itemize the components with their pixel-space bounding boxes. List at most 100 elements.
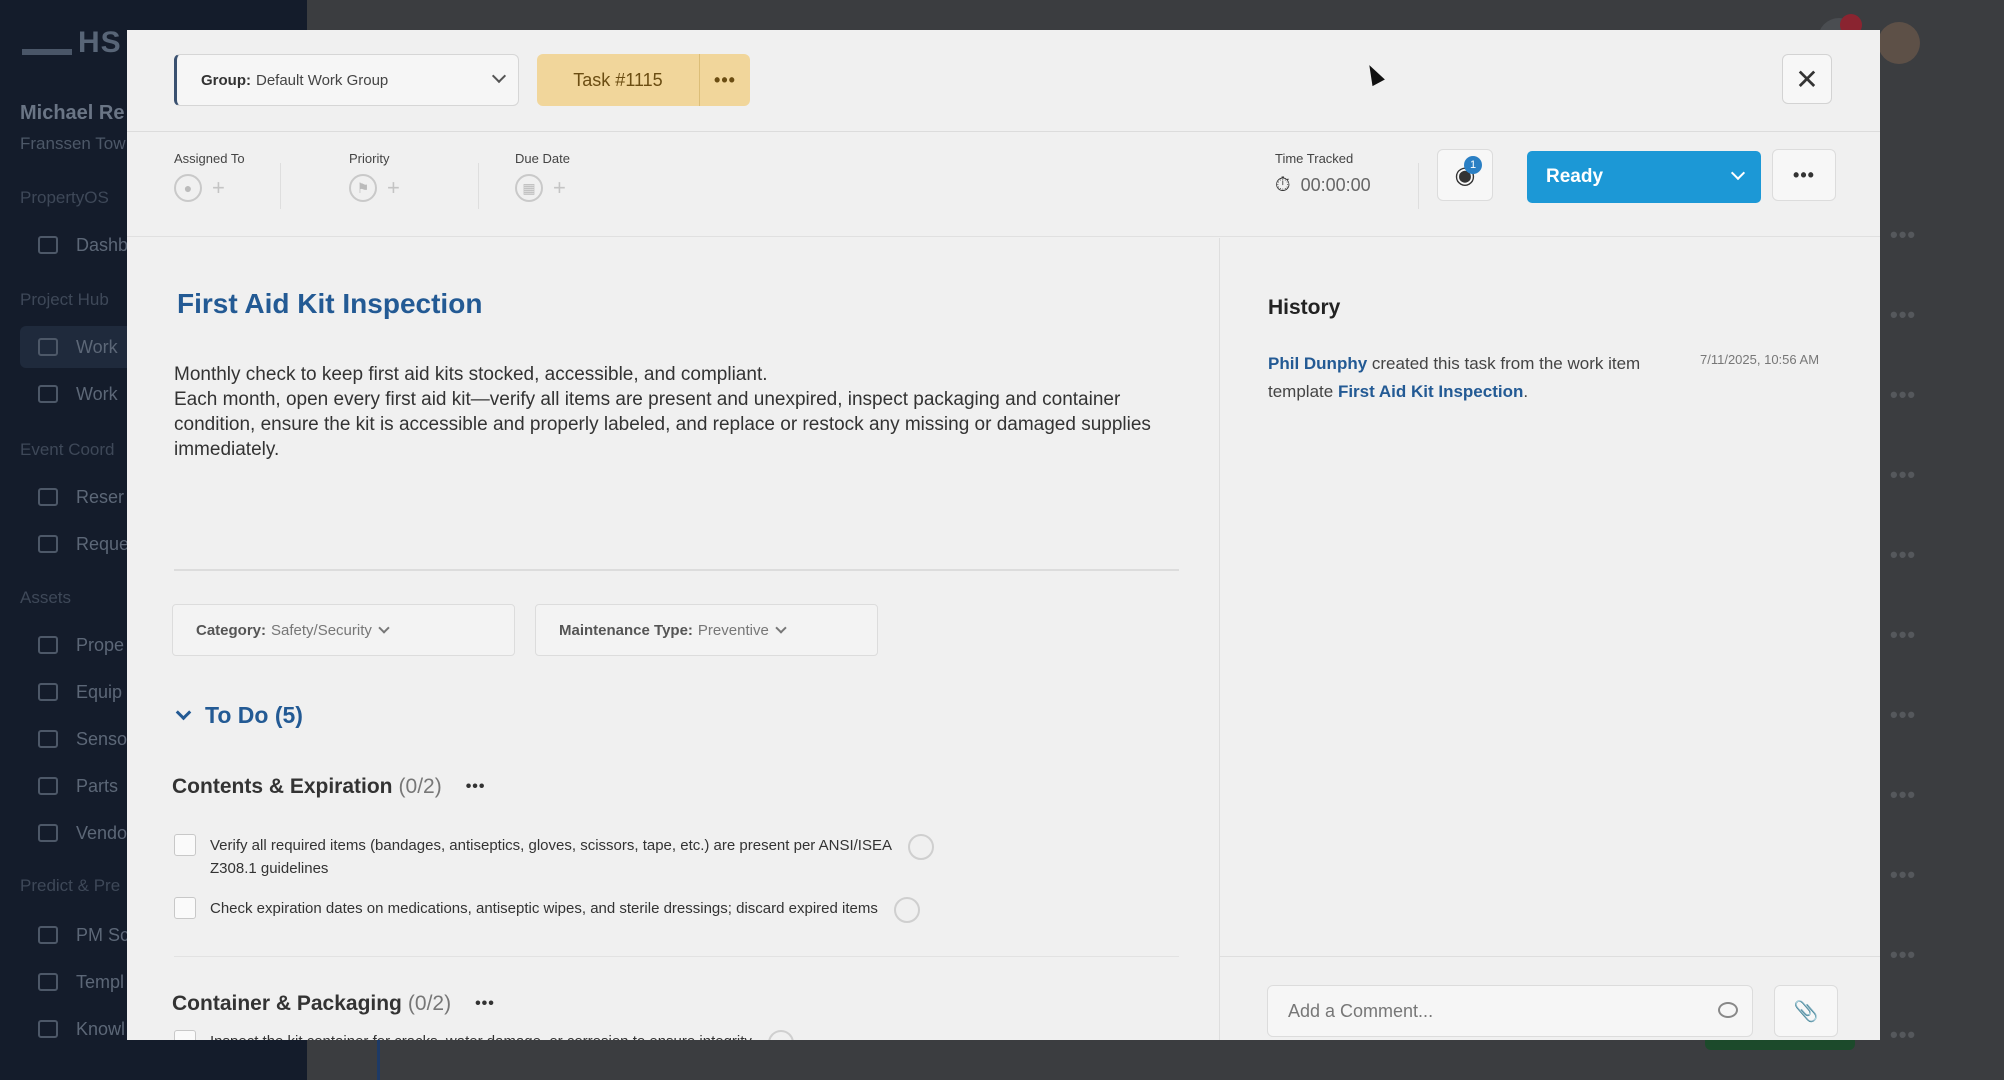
close-icon: ✕ xyxy=(1795,63,1819,95)
calendar-icon xyxy=(38,488,58,506)
task-details-pane: First Aid Kit Inspection Monthly check t… xyxy=(127,238,1219,1040)
row-more-icon[interactable]: ••• xyxy=(1890,462,1916,488)
watch-count-badge: 1 xyxy=(1464,156,1482,174)
watchers-button[interactable]: ◉ 1 xyxy=(1437,149,1493,201)
history-template-link[interactable]: First Aid Kit Inspection xyxy=(1338,382,1523,401)
checklist-group-header: Contents & Expiration (0/2) ••• xyxy=(172,775,486,799)
assign-user-icon[interactable] xyxy=(893,897,920,923)
task-number[interactable]: Task #1115 xyxy=(537,70,699,91)
sensor-icon xyxy=(38,730,58,748)
category-label: Category: xyxy=(196,621,267,639)
checklist-item-text[interactable]: Inspect the kit container for cracks, wa… xyxy=(210,1030,752,1040)
add-priority-icon[interactable]: + xyxy=(387,175,400,201)
paperclip-icon: 📎 xyxy=(1793,1000,1819,1023)
status-dropdown[interactable]: Ready xyxy=(1527,151,1761,203)
row-more-icon[interactable]: ••• xyxy=(1890,542,1916,568)
task-number-chip: Task #1115 ••• xyxy=(537,54,750,106)
schedule-icon xyxy=(38,926,58,944)
task-description[interactable]: Monthly check to keep first aid kits sto… xyxy=(174,362,1179,462)
chevron-down-icon xyxy=(175,704,192,721)
priority-label: Priority xyxy=(349,151,390,166)
checklist-checkbox[interactable] xyxy=(174,897,196,919)
section-label: Event Coord xyxy=(20,440,115,459)
attach-button[interactable]: 📎 xyxy=(1774,985,1838,1037)
checklist-item: Inspect the kit container for cracks, wa… xyxy=(174,1030,794,1040)
modal-header: Group: Default Work Group Task #1115 •••… xyxy=(127,30,1880,132)
checklist-group-header: Container & Packaging (0/2) ••• xyxy=(172,992,495,1016)
history-entry-end: . xyxy=(1523,382,1529,401)
history-pane: History Phil Dunphy created this task fr… xyxy=(1219,238,1880,1040)
maintenance-value: Preventive xyxy=(697,621,769,639)
section-label: PropertyOS xyxy=(20,188,109,207)
chat-bubble-icon[interactable] xyxy=(1718,1002,1738,1018)
book-icon xyxy=(38,1020,58,1038)
category-select[interactable]: Category: Safety/Security xyxy=(172,604,515,656)
checklist-group-count: (0/2) xyxy=(407,992,452,1015)
row-more-icon[interactable]: ••• xyxy=(1890,942,1916,968)
row-more-icon[interactable]: ••• xyxy=(1890,382,1916,408)
building-icon xyxy=(38,636,58,654)
row-more-icon[interactable]: ••• xyxy=(1890,862,1916,888)
group-select[interactable]: Group: Default Work Group xyxy=(174,54,519,106)
checklist-group-name: Container & Packaging xyxy=(172,992,402,1015)
row-more-icon[interactable]: ••• xyxy=(1890,702,1916,728)
assign-user-icon[interactable] xyxy=(767,1030,794,1040)
add-assignee-icon[interactable]: + xyxy=(212,175,225,201)
checklist-checkbox[interactable] xyxy=(174,834,196,856)
time-tracked-field: Time Tracked ⏱ 00:00:00 xyxy=(1275,151,1371,197)
time-tracked-label: Time Tracked xyxy=(1275,151,1354,166)
user-org: Franssen Tow xyxy=(20,134,126,153)
close-button[interactable]: ✕ xyxy=(1782,54,1832,104)
row-more-icon[interactable]: ••• xyxy=(1890,222,1916,248)
comment-bar: Add a Comment... 📎 xyxy=(1220,956,1880,1040)
list-icon xyxy=(38,338,58,356)
checklist-item-text[interactable]: Verify all required items (bandages, ant… xyxy=(210,834,892,880)
priority-field: Priority ⚑ + xyxy=(349,151,400,202)
template-icon xyxy=(38,973,58,991)
maintenance-label: Maintenance Type: xyxy=(559,621,693,639)
assign-user-icon[interactable] xyxy=(908,834,934,860)
row-more-icon[interactable]: ••• xyxy=(1890,302,1916,328)
user-placeholder-icon[interactable]: ● xyxy=(174,174,202,202)
group-more-icon[interactable]: ••• xyxy=(466,778,486,796)
assigned-to-label: Assigned To xyxy=(174,151,245,166)
divider xyxy=(1418,163,1419,209)
add-due-date-icon[interactable]: + xyxy=(553,175,566,201)
group-label: Group: xyxy=(201,71,251,89)
checklist-item-text[interactable]: Check expiration dates on medications, a… xyxy=(210,897,878,920)
section-label: Project Hub xyxy=(20,290,109,309)
vendor-icon xyxy=(38,824,58,842)
history-user-link[interactable]: Phil Dunphy xyxy=(1268,354,1367,373)
history-timestamp: 7/11/2025, 10:56 AM xyxy=(1700,352,1820,367)
checklist-group-name: Contents & Expiration xyxy=(172,775,393,798)
task-more-icon[interactable]: ••• xyxy=(700,70,750,91)
more-options-button[interactable]: ••• xyxy=(1772,149,1836,201)
equipment-icon xyxy=(38,683,58,701)
maintenance-type-select[interactable]: Maintenance Type: Preventive xyxy=(535,604,878,656)
description-line: Monthly check to keep first aid kits sto… xyxy=(174,364,768,385)
stopwatch-icon[interactable]: ⏱ xyxy=(1275,174,1291,197)
chevron-down-icon xyxy=(1730,165,1746,181)
folder-icon xyxy=(38,385,58,403)
todo-section-toggle[interactable]: To Do (5) xyxy=(172,702,303,729)
group-value: Default Work Group xyxy=(256,71,389,89)
row-more-icon[interactable]: ••• xyxy=(1890,622,1916,648)
history-entry: Phil Dunphy created this task from the w… xyxy=(1268,350,1668,406)
todo-heading: To Do (5) xyxy=(205,702,303,728)
dashboard-icon xyxy=(38,236,58,254)
comment-input[interactable]: Add a Comment... xyxy=(1267,985,1753,1037)
task-title[interactable]: First Aid Kit Inspection xyxy=(177,288,482,320)
history-title: History xyxy=(1268,296,1341,319)
checklist-group-count: (0/2) xyxy=(398,775,442,798)
description-line: Each month, open every first aid kit—ver… xyxy=(174,389,1151,460)
checklist-checkbox[interactable] xyxy=(174,1030,196,1040)
row-more-icon[interactable]: ••• xyxy=(1890,1022,1916,1048)
calendar-icon[interactable]: ▦ xyxy=(515,174,543,202)
divider xyxy=(174,956,1179,957)
flag-icon[interactable]: ⚑ xyxy=(349,174,377,202)
task-modal: Group: Default Work Group Task #1115 •••… xyxy=(127,30,1880,1040)
user-name: Michael Re xyxy=(20,102,125,124)
row-more-icon[interactable]: ••• xyxy=(1890,782,1916,808)
group-more-icon[interactable]: ••• xyxy=(475,995,495,1013)
avatar[interactable] xyxy=(1878,22,1920,64)
